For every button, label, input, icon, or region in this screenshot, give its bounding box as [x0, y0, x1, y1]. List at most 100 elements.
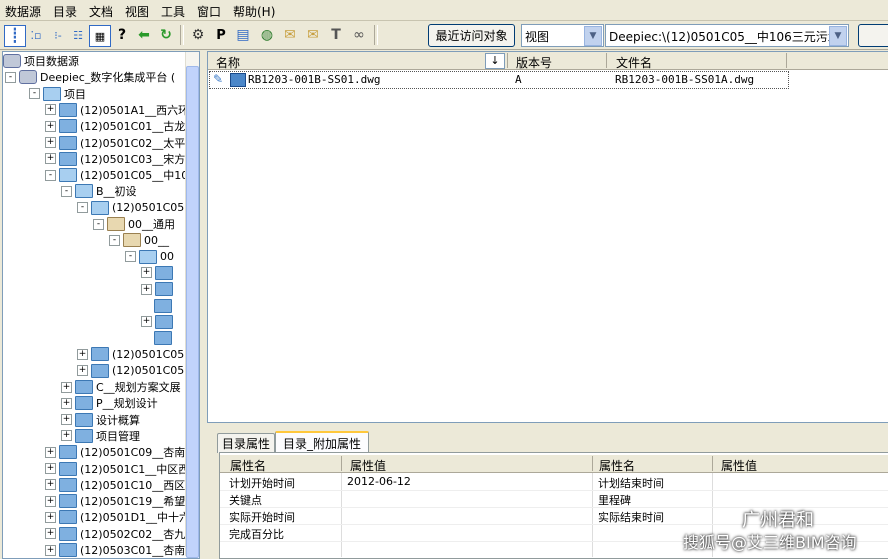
tree-node[interactable]: + (12)0501C1__中区西 [45, 461, 189, 477]
text-icon[interactable]: T [326, 25, 346, 45]
expand-icon[interactable]: + [45, 528, 56, 540]
expand-icon[interactable]: + [61, 397, 72, 409]
tree-node[interactable]: + (12)0501D1__中十六 [45, 509, 190, 525]
tree-node[interactable]: - (12)0501C05 [77, 200, 184, 216]
tree-scrollbar-thumb[interactable] [186, 66, 199, 558]
chevron-down-icon[interactable]: ▼ [829, 26, 847, 46]
tree-node[interactable]: + (12)0502C02__杏九 [45, 526, 185, 542]
grid-view-icon[interactable]: ▦ [89, 25, 111, 47]
gear-icon[interactable]: ⚙ [188, 25, 208, 45]
tree-node[interactable]: + (12)0503C01__杏南 [45, 542, 185, 558]
help-icon[interactable]: ? [112, 25, 132, 45]
globe-icon[interactable]: ◍ [257, 25, 277, 45]
expand-icon[interactable]: + [141, 267, 152, 279]
path-select[interactable]: Deepiec:\(12)0501C05__中106三元污水 ▼ [605, 24, 849, 47]
details-view-icon[interactable]: ☷ [68, 25, 88, 45]
tree-node[interactable]: + C__规划方案文展 [61, 379, 181, 395]
collapse-icon[interactable]: - [29, 88, 40, 100]
pane-splitter[interactable] [200, 51, 205, 557]
tab-catalog-extra-properties[interactable]: 目录_附加属性 [275, 431, 369, 454]
menu-window[interactable]: 窗口 [197, 3, 221, 20]
tree-node[interactable]: + (12)0501C01__古龙 [45, 118, 185, 134]
collapse-icon[interactable]: - [109, 234, 120, 246]
tree-node[interactable]: - 00__ [109, 232, 169, 248]
extra-button[interactable] [858, 24, 888, 47]
expand-icon[interactable]: + [77, 348, 88, 360]
collapse-icon[interactable]: - [5, 71, 16, 83]
expand-icon[interactable]: + [45, 544, 56, 556]
tree-node[interactable]: + (12)0501C05 [77, 363, 184, 379]
column-header-version[interactable]: 版本号 [516, 54, 552, 71]
tree-node[interactable]: + (12)0501C02__太平 [45, 135, 185, 151]
tree-node[interactable]: + [141, 281, 176, 297]
table-row[interactable]: ✎ RB1203-001B-SS01.dwg A RB1203-001B-SS0… [209, 71, 789, 89]
expand-icon[interactable]: + [45, 446, 56, 458]
tree-node[interactable]: + (12)0501C05 [77, 346, 184, 362]
chevron-down-icon[interactable]: ▼ [584, 26, 602, 46]
p-icon[interactable]: P [211, 25, 231, 45]
tree-node[interactable]: - B__初设 [61, 183, 137, 199]
tree-node[interactable]: + (12)0501C19__希望 [45, 493, 185, 509]
back-icon[interactable]: ⬅ [134, 25, 154, 45]
tree-node[interactable] [141, 298, 175, 314]
collapse-icon[interactable]: - [125, 251, 136, 263]
menu-datasource[interactable]: 数据源 [5, 3, 41, 20]
tree-node[interactable]: + (12)0501C10__西区 [45, 477, 185, 493]
collapse-icon[interactable]: - [45, 169, 56, 181]
tree-node[interactable]: 项目数据源 [3, 53, 79, 69]
hierarchy-view-icon[interactable]: ⁝- [48, 25, 68, 45]
expand-icon[interactable]: + [45, 463, 56, 474]
expand-icon[interactable]: + [45, 153, 56, 165]
tree-node[interactable]: - (12)0501C05__中10 [45, 167, 188, 183]
expand-icon[interactable]: + [45, 511, 56, 523]
column-header-filename[interactable]: 文件名 [616, 54, 652, 71]
expand-icon[interactable]: + [141, 316, 152, 328]
expand-icon[interactable]: + [45, 137, 56, 148]
menu-help[interactable]: 帮助(H) [233, 3, 275, 20]
refresh-icon[interactable]: ↻ [156, 25, 176, 45]
link-icon[interactable]: ∞ [349, 25, 369, 45]
property-value[interactable]: 2012-06-12 [347, 475, 411, 488]
tree-node[interactable]: - 00__通用 [93, 216, 175, 232]
tree-node[interactable]: + 项目管理 [61, 428, 140, 444]
menu-document[interactable]: 文档 [89, 3, 113, 20]
expand-icon[interactable]: + [61, 414, 72, 426]
file-list[interactable] [207, 51, 888, 423]
tree-node[interactable]: + (12)0501A1__西六环 [45, 102, 189, 118]
tree-node[interactable]: - 00 [125, 249, 174, 265]
expand-icon[interactable]: + [45, 495, 56, 507]
recent-objects-button[interactable]: 最近访问对象 [428, 24, 515, 47]
tree-node[interactable]: - Deepiec_数字化集成平台 ( [5, 69, 175, 85]
menu-catalog[interactable]: 目录 [53, 3, 77, 20]
collapse-icon[interactable]: - [77, 202, 88, 214]
expand-icon[interactable]: + [141, 283, 152, 295]
mail-icon[interactable]: ✉ [280, 25, 300, 45]
tree-view-icon[interactable]: ┋ [4, 25, 26, 47]
expand-icon[interactable]: + [45, 104, 56, 116]
tree-node[interactable]: + 设计概算 [61, 412, 140, 428]
collapse-icon[interactable]: - [61, 185, 72, 197]
column-header-name[interactable]: 名称 [216, 54, 240, 71]
mail-open-icon[interactable]: ✉ [303, 25, 323, 45]
expand-icon[interactable]: + [61, 430, 72, 442]
tab-catalog-properties[interactable]: 目录属性 [217, 433, 275, 453]
collapse-icon[interactable]: - [93, 218, 104, 230]
expand-icon[interactable]: + [45, 120, 56, 132]
tree-node[interactable]: + [141, 314, 176, 330]
tree-node[interactable]: - 项目 [29, 86, 86, 102]
sort-arrow-icon[interactable]: ↓ [485, 53, 505, 69]
expand-icon[interactable]: + [77, 365, 88, 377]
tree-node[interactable]: + (12)0501C09__杏南 [45, 444, 185, 460]
view-select[interactable]: 视图 ▼ [521, 24, 604, 47]
list-view-icon[interactable]: ⁚▫ [26, 25, 46, 45]
tree-node[interactable]: + (12)0501C03__宋方 [45, 151, 185, 167]
tree-node[interactable]: + [141, 265, 176, 281]
project-tree[interactable]: 项目数据源 - Deepiec_数字化集成平台 (- 项目 + (12)0501A1__西… [2, 51, 200, 559]
menu-tools[interactable]: 工具 [161, 3, 185, 20]
menu-view[interactable]: 视图 [125, 3, 149, 20]
expand-icon[interactable]: + [61, 381, 72, 393]
expand-icon[interactable]: + [45, 479, 56, 491]
tree-node[interactable] [141, 330, 175, 346]
tree-node[interactable]: + P__规划设计 [61, 395, 158, 411]
properties-icon[interactable]: ▤ [233, 25, 253, 45]
